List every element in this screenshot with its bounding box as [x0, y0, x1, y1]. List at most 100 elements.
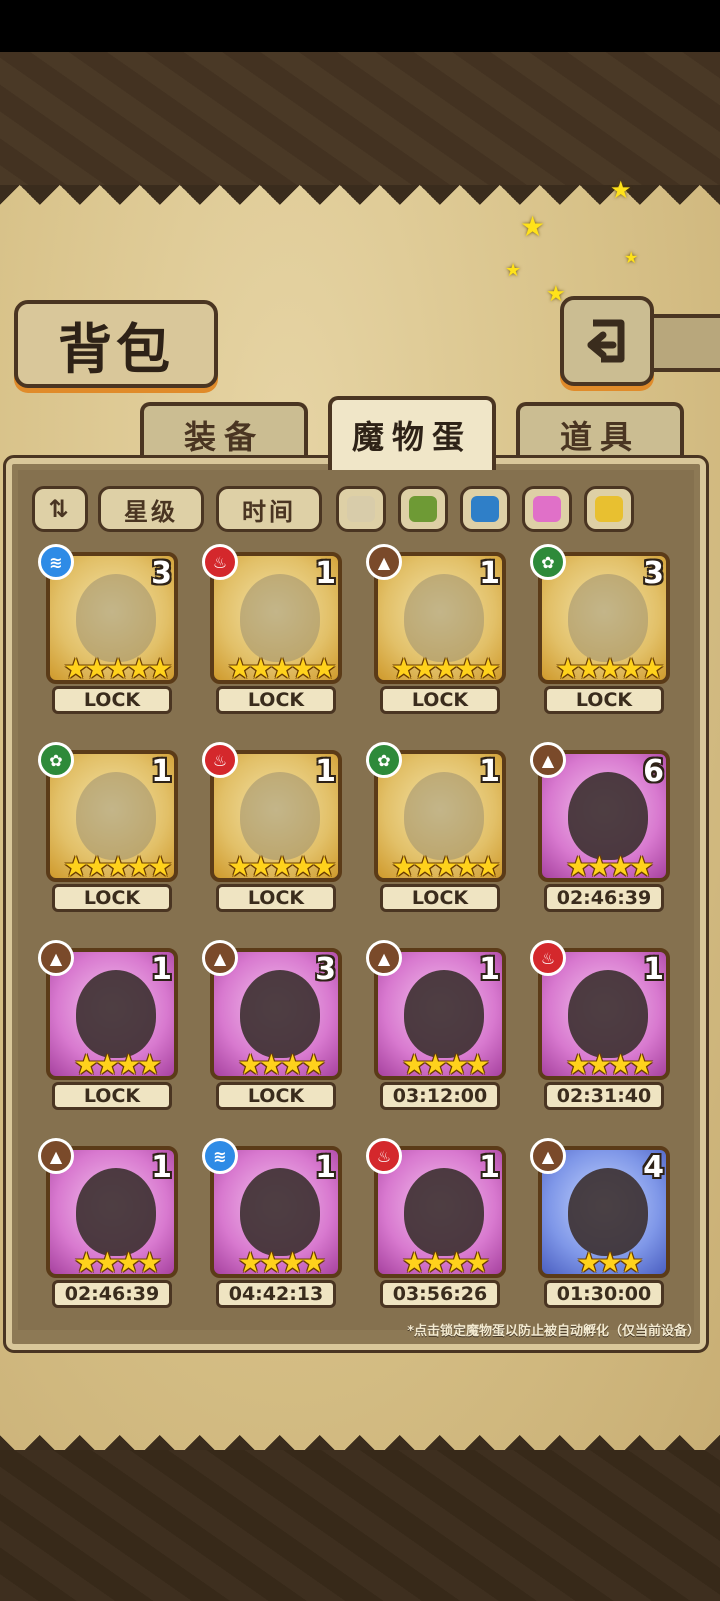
egg-card[interactable]: ★★★★ ≋ 1 04:42:13	[202, 1138, 342, 1314]
egg-card[interactable]: ★★★★ ▲ 1 02:46:39	[38, 1138, 178, 1314]
egg-card[interactable]: ★★★★ ▲ 6 02:46:39	[530, 742, 670, 918]
status-bar	[0, 0, 720, 52]
swatch-color	[347, 496, 375, 522]
element-earth-icon: ▲	[202, 940, 238, 976]
sort-by-stars-button[interactable]: 星级	[98, 486, 204, 532]
element-fire-icon: ♨	[366, 1138, 402, 1174]
element-grass-icon: ✿	[366, 742, 402, 778]
egg-card[interactable]: ★★★★★ ✿ 1 LOCK	[38, 742, 178, 918]
egg-status-label[interactable]: LOCK	[380, 686, 500, 714]
egg-card[interactable]: ★★★★★ ♨ 1 LOCK	[202, 742, 342, 918]
egg-count: 3	[151, 556, 172, 591]
egg-status-label[interactable]: LOCK	[216, 686, 336, 714]
egg-status-label[interactable]: LOCK	[216, 1082, 336, 1110]
tab-monster-eggs[interactable]: 魔物蛋	[328, 396, 496, 470]
back-button-rail	[646, 314, 720, 372]
monster-egg-image	[240, 772, 320, 860]
egg-status-label[interactable]: LOCK	[52, 884, 172, 912]
egg-status-label[interactable]: 03:56:26	[380, 1280, 500, 1308]
egg-count: 1	[315, 556, 336, 591]
monster-egg-image	[568, 574, 648, 662]
monster-egg-image	[76, 574, 156, 662]
egg-status-label[interactable]: 03:12:00	[380, 1082, 500, 1110]
egg-status-label[interactable]: LOCK	[52, 686, 172, 714]
element-earth-icon: ▲	[530, 742, 566, 778]
swatch-color	[409, 496, 437, 522]
star-rating: ★★★★★	[63, 652, 173, 684]
star-rating: ★★★★	[401, 1246, 490, 1278]
element-earth-icon: ▲	[366, 544, 402, 580]
torn-edge-bottom	[0, 1415, 720, 1455]
egg-count: 1	[479, 1150, 500, 1185]
star-rating: ★★★	[576, 1246, 643, 1278]
star-rating: ★★★★★	[63, 850, 173, 882]
page-title: 背包	[14, 300, 218, 388]
egg-count: 1	[151, 754, 172, 789]
sparkle-star-icon: ★	[624, 248, 639, 267]
egg-status-label[interactable]: 04:42:13	[216, 1280, 336, 1308]
sort-order-button[interactable]: ⇅	[32, 486, 88, 532]
monster-egg-image	[240, 1168, 320, 1256]
filter-swatch-pink[interactable]	[522, 486, 572, 532]
element-earth-icon: ▲	[38, 940, 74, 976]
tab-items[interactable]: 道具	[516, 402, 684, 464]
egg-card[interactable]: ★★★★ ♨ 1 03:56:26	[366, 1138, 506, 1314]
filter-swatch-green[interactable]	[398, 486, 448, 532]
element-earth-icon: ▲	[366, 940, 402, 976]
star-rating: ★★★★	[565, 1048, 654, 1080]
egg-card[interactable]: ★★★★★ ✿ 3 LOCK	[530, 544, 670, 720]
monster-egg-image	[76, 1168, 156, 1256]
egg-status-label[interactable]: 01:30:00	[544, 1280, 664, 1308]
egg-status-label[interactable]: 02:46:39	[52, 1280, 172, 1308]
monster-egg-image	[404, 1168, 484, 1256]
egg-count: 1	[315, 1150, 336, 1185]
egg-card[interactable]: ★★★★ ▲ 3 LOCK	[202, 940, 342, 1116]
egg-status-label[interactable]: 02:46:39	[544, 884, 664, 912]
egg-status-label[interactable]: LOCK	[216, 884, 336, 912]
egg-count: 1	[479, 556, 500, 591]
tab-label: 装备	[183, 418, 264, 456]
back-button[interactable]	[560, 296, 654, 386]
egg-card[interactable]: ★★★ ▲ 4 01:30:00	[530, 1138, 670, 1314]
filter-swatch-yellow[interactable]	[584, 486, 634, 532]
monster-egg-image	[404, 772, 484, 860]
swatch-color	[471, 496, 499, 522]
monster-egg-image	[240, 574, 320, 662]
monster-egg-image	[76, 970, 156, 1058]
egg-count: 3	[315, 952, 336, 987]
star-rating: ★★★★★	[555, 652, 665, 684]
map-background-bottom	[0, 1450, 720, 1601]
monster-egg-image	[568, 1168, 648, 1256]
egg-card[interactable]: ★★★★★ ≋ 3 LOCK	[38, 544, 178, 720]
star-rating: ★★★★	[73, 1246, 162, 1278]
page-title-text: 背包	[58, 317, 174, 381]
egg-card[interactable]: ★★★★ ♨ 1 02:31:40	[530, 940, 670, 1116]
swatch-color	[595, 496, 623, 522]
swatch-color	[533, 496, 561, 522]
filter-swatch-blue[interactable]	[460, 486, 510, 532]
sort-toggle-icon: ⇅	[48, 495, 72, 523]
egg-count: 1	[479, 754, 500, 789]
element-water-icon: ≋	[202, 1138, 238, 1174]
egg-status-label[interactable]: 02:31:40	[544, 1082, 664, 1110]
egg-status-label[interactable]: LOCK	[52, 1082, 172, 1110]
star-rating: ★★★★★	[227, 850, 337, 882]
egg-count: 3	[643, 556, 664, 591]
egg-count: 6	[643, 754, 664, 789]
egg-card[interactable]: ★★★★★ ✿ 1 LOCK	[366, 742, 506, 918]
tab-equipment[interactable]: 装备	[140, 402, 308, 464]
egg-card[interactable]: ★★★★★ ▲ 1 LOCK	[366, 544, 506, 720]
element-grass-icon: ✿	[38, 742, 74, 778]
filter-swatch-beige[interactable]	[336, 486, 386, 532]
sort-by-time-button[interactable]: 时间	[216, 486, 322, 532]
star-rating: ★★★★	[237, 1048, 326, 1080]
egg-card[interactable]: ★★★★ ▲ 1 03:12:00	[366, 940, 506, 1116]
star-rating: ★★★★	[237, 1246, 326, 1278]
egg-card[interactable]: ★★★★ ▲ 1 LOCK	[38, 940, 178, 1116]
egg-status-label[interactable]: LOCK	[544, 686, 664, 714]
element-fire-icon: ♨	[202, 544, 238, 580]
egg-card[interactable]: ★★★★★ ♨ 1 LOCK	[202, 544, 342, 720]
egg-count: 1	[151, 1150, 172, 1185]
egg-status-label[interactable]: LOCK	[380, 884, 500, 912]
sparkle-star-icon: ★	[520, 210, 546, 243]
